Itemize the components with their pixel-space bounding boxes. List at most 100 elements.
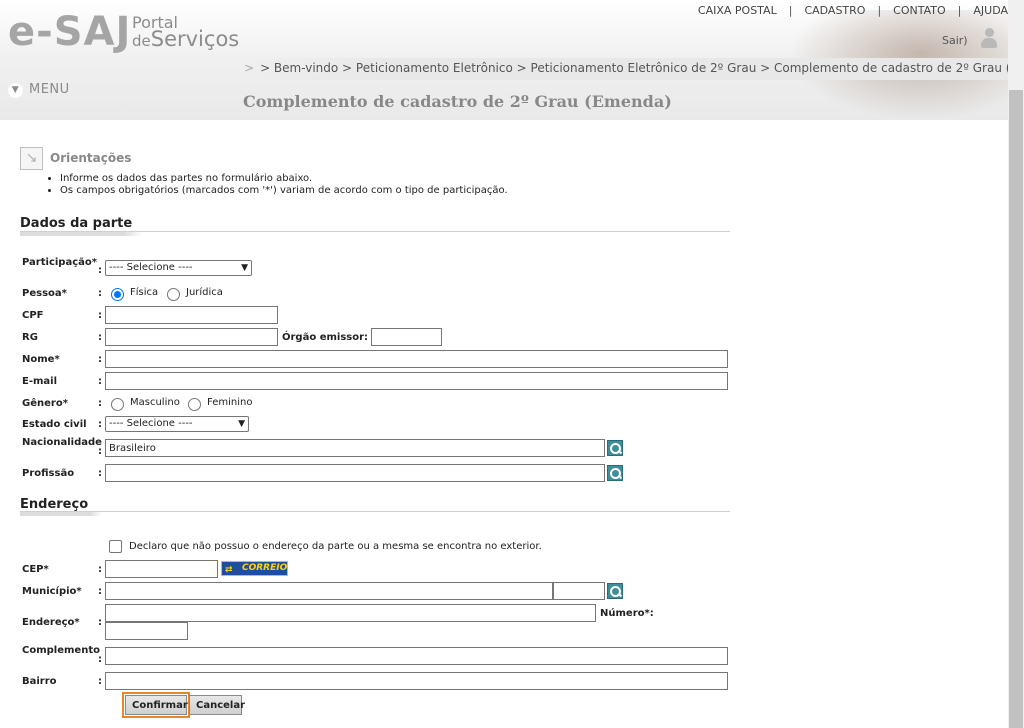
list-item: Os campos obrigatórios (marcados com '*'… [60, 185, 508, 197]
bairro-input[interactable] [105, 672, 728, 690]
section-title-endereco: Endereço [20, 497, 89, 512]
list-item: Informe os dados das partes no formulári… [60, 173, 508, 185]
breadcrumb-arrow-icon: > [244, 61, 255, 75]
colon: : [98, 676, 102, 687]
genero-masculino-label[interactable]: Masculino [130, 397, 180, 408]
nav-caixa-postal[interactable]: CAIXA POSTAL [698, 4, 777, 17]
colon: : [98, 354, 102, 365]
participacao-value: ---- Selecione ---- [109, 262, 193, 273]
uf-input[interactable] [553, 582, 605, 600]
search-icon[interactable] [607, 465, 623, 481]
colon: : [98, 564, 102, 575]
logout-link[interactable]: Sair) [942, 34, 968, 47]
correios-logo-icon: ⇄ [225, 565, 233, 575]
nacionalidade-label: Nacionalidade [22, 437, 102, 448]
pessoa-juridica-radio[interactable] [167, 288, 180, 301]
nav-separator: | [788, 4, 793, 17]
pessoa-label: Pessoa* [22, 288, 67, 299]
estado-civil-label: Estado civil [22, 419, 87, 430]
numero-label: Número*: [600, 608, 654, 619]
email-input[interactable] [105, 372, 728, 390]
colon: : [98, 398, 102, 409]
municipio-input[interactable] [105, 582, 553, 600]
colon: : [98, 265, 102, 276]
section-divider [20, 511, 730, 512]
participacao-select[interactable]: ---- Selecione ---- ▼ [105, 260, 252, 276]
estado-civil-value: ---- Selecione ---- [109, 418, 193, 429]
section-divider [20, 231, 730, 232]
numero-input[interactable] [105, 622, 188, 640]
nav-ajuda[interactable]: AJUDA [973, 4, 1008, 17]
nav-separator: | [877, 4, 882, 17]
genero-masculino-radio[interactable] [111, 398, 124, 411]
rg-label: RG [22, 332, 38, 343]
logo-servicos: Serviços [150, 27, 240, 51]
orientacoes-list: Informe os dados das partes no formulári… [40, 173, 508, 197]
scrollbar-thumb[interactable] [1009, 90, 1023, 728]
municipio-label: Município* [22, 586, 82, 597]
nome-label: Nome* [22, 354, 60, 365]
colon: : [98, 586, 102, 597]
colon: : [98, 468, 102, 479]
genero-feminino-radio[interactable] [188, 398, 201, 411]
chevron-down-icon: ▼ [238, 419, 245, 429]
chevron-down-icon: ▼ [8, 83, 23, 98]
estado-civil-select[interactable]: ---- Selecione ---- ▼ [105, 416, 249, 432]
genero-label: Gênero* [22, 398, 68, 409]
cep-label: CEP* [22, 564, 49, 575]
orgao-emissor-label: Órgão emissor: [282, 332, 369, 343]
colon: : [98, 332, 102, 343]
email-label: E-mail [22, 376, 58, 387]
bairro-label: Bairro [22, 676, 57, 687]
section-title-dados-parte: Dados da parte [20, 216, 133, 231]
nacionalidade-input[interactable] [105, 439, 605, 457]
participacao-label: Participação* [22, 257, 97, 268]
search-icon[interactable] [607, 583, 623, 599]
nav-contato[interactable]: CONTATO [893, 4, 945, 17]
logo-servicos-line: deServiços [132, 29, 239, 50]
colon: : [98, 654, 102, 665]
search-icon[interactable] [607, 440, 623, 456]
cancelar-button[interactable]: Cancelar [189, 695, 245, 715]
orientacoes-title: Orientações [50, 151, 132, 165]
nome-input[interactable] [105, 350, 728, 368]
user-icon [980, 28, 998, 50]
exterior-checkbox[interactable] [109, 540, 122, 553]
rg-input[interactable] [105, 328, 278, 346]
complemento-input[interactable] [105, 647, 728, 665]
correios-label: CORREIOS [242, 563, 288, 573]
breadcrumb-text[interactable]: > Bem-vindo > Peticionamento Eletrônico … [260, 61, 1024, 75]
exterior-checkbox-label[interactable]: Declaro que não possuo o endereço da par… [129, 541, 542, 552]
orgao-emissor-input[interactable] [371, 328, 442, 346]
cpf-input[interactable] [105, 306, 278, 324]
nav-cadastro[interactable]: CADASTRO [804, 4, 865, 17]
endereco-label: Endereço* [22, 617, 80, 628]
pessoa-fisica-radio[interactable] [111, 288, 124, 301]
colon: : [98, 310, 102, 321]
pessoa-juridica-label[interactable]: Jurídica [186, 287, 223, 298]
menu-toggle[interactable]: ▼ MENU [8, 82, 70, 98]
arrow-down-right-icon: ↘ [20, 147, 43, 170]
logo-subtitle: Portal deServiços [132, 14, 239, 50]
colon: : [98, 617, 102, 628]
cep-input[interactable] [105, 560, 218, 578]
confirmar-button[interactable]: Confirmar [122, 692, 190, 718]
profissao-input[interactable] [105, 464, 605, 482]
correios-cep-search-button[interactable]: ⇄ CORREIOS [221, 561, 288, 576]
page-title: Complemento de cadastro de 2º Grau (Emen… [243, 92, 672, 111]
top-navigation: CAIXA POSTAL | CADASTRO | CONTATO | AJUDA [698, 4, 1008, 17]
nav-separator: | [957, 4, 962, 17]
pessoa-fisica-label[interactable]: Física [130, 287, 158, 298]
colon: : [98, 288, 102, 299]
menu-label: MENU [29, 82, 70, 97]
colon: : [98, 446, 102, 457]
endereco-input[interactable] [105, 604, 596, 622]
profissao-label: Profissão [22, 468, 75, 479]
complemento-label: Complemento [22, 645, 100, 656]
logo-mark: e-SAJ [8, 9, 132, 55]
chevron-down-icon: ▼ [241, 263, 248, 273]
colon: : [98, 376, 102, 387]
genero-feminino-label[interactable]: Feminino [207, 397, 252, 408]
logo-de: de [132, 32, 151, 50]
breadcrumb: > > Bem-vindo > Peticionamento Eletrônico… [244, 61, 1024, 75]
